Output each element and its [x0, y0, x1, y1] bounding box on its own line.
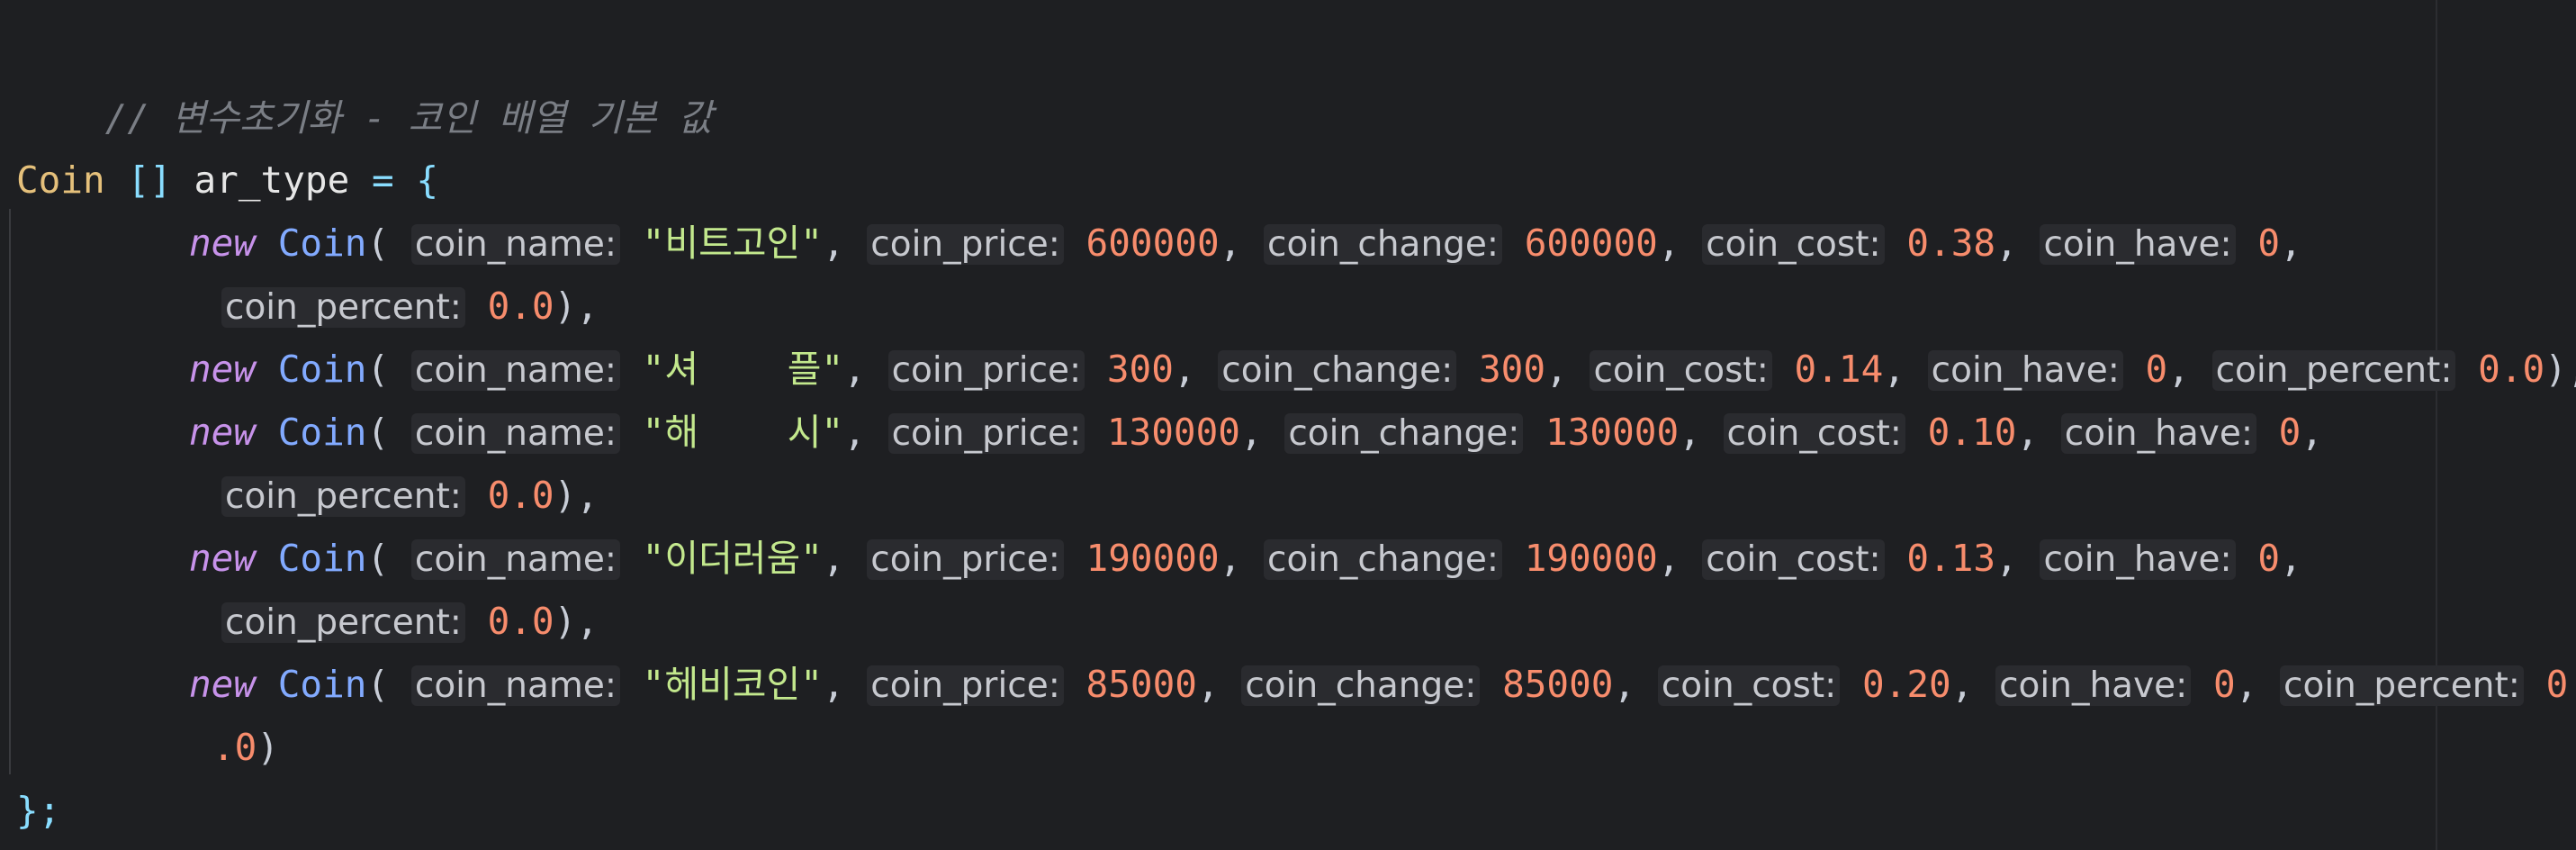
coin-percent-value: 0.0 — [487, 600, 554, 643]
new-keyword: new — [189, 663, 257, 706]
param-hint-coin-percent: coin_percent: — [221, 476, 465, 517]
coin-cost-value: 0.13 — [1906, 537, 1996, 580]
coin-have-value: 0 — [2145, 348, 2168, 391]
coin-name-value: "셔 플" — [642, 348, 844, 391]
indent-guide — [9, 209, 11, 774]
param-hint-coin-price: coin_price: — [887, 350, 1085, 391]
code-line-coin-3-cont: coin_percent: 0.0), — [221, 464, 599, 527]
param-hint-coin-change: coin_change: — [1264, 539, 1503, 580]
param-hint-coin-percent: coin_percent: — [221, 287, 465, 328]
param-hint-coin-change: coin_change: — [1218, 350, 1457, 391]
coin-have-value: 0 — [2257, 222, 2281, 265]
code-line-coin-2: new Coin( coin_name: "셔 플", coin_price: … — [189, 348, 2576, 391]
param-hint-coin-cost: coin_cost: — [1702, 539, 1885, 580]
coin-change-value: 85000 — [1502, 663, 1614, 706]
new-keyword: new — [189, 222, 257, 265]
new-keyword: new — [189, 411, 257, 454]
coin-name-value: "해 시" — [642, 411, 844, 454]
coin-cost-value: 0.10 — [1927, 411, 2017, 454]
param-hint-coin-percent: coin_percent: — [2280, 665, 2524, 706]
code-line-close: }; — [16, 779, 60, 842]
close-brace: }; — [16, 789, 61, 832]
coin-change-value: 300 — [1479, 348, 1546, 391]
code-line-coin-5: new Coin( coin_name: "헤비코인", coin_price:… — [189, 663, 2569, 706]
param-hint-coin-name: coin_name: — [410, 224, 620, 265]
code-line-declaration: Coin [] ar_type = { — [16, 149, 438, 212]
code-line-comment: // 변수초기화 - 코인 배열 기본 값 — [16, 23, 713, 140]
param-hint-coin-price: coin_price: — [867, 665, 1064, 706]
coin-change-value: 130000 — [1545, 411, 1680, 454]
open-brace: { — [416, 158, 439, 202]
comment-text: // 변수초기화 - 코인 배열 기본 값 — [104, 96, 713, 140]
coin-name-value: "헤비코인" — [642, 663, 823, 706]
coin-percent-value: 0.0 — [487, 285, 554, 328]
param-hint-coin-price: coin_price: — [867, 539, 1064, 580]
class-name: Coin — [277, 411, 367, 454]
class-name: Coin — [277, 222, 367, 265]
type-name: Coin — [16, 158, 105, 202]
code-editor[interactable]: // 변수초기화 - 코인 배열 기본 값 Coin [] ar_type = … — [0, 0, 2576, 850]
coin-percent-value: 0.0 — [2478, 348, 2545, 391]
param-hint-coin-cost: coin_cost: — [1723, 413, 1905, 454]
param-hint-coin-cost: coin_cost: — [1702, 224, 1885, 265]
param-hint-coin-change: coin_change: — [1284, 413, 1524, 454]
new-keyword: new — [189, 537, 257, 580]
variable-name: ar_type — [194, 158, 350, 202]
param-hint-coin-percent: coin_percent: — [2211, 350, 2456, 391]
code-line-coin-1: new Coin( coin_name: "비트고인", coin_price:… — [189, 222, 2302, 265]
param-hint-coin-price: coin_price: — [887, 413, 1085, 454]
param-hint-coin-cost: coin_cost: — [1590, 350, 1772, 391]
new-keyword: new — [189, 348, 257, 391]
param-hint-coin-name: coin_name: — [410, 350, 620, 391]
class-name: Coin — [277, 537, 367, 580]
code-line-coin-3: new Coin( coin_name: "해 시", coin_price: … — [189, 411, 2324, 454]
coin-change-value: 190000 — [1524, 537, 1658, 580]
coin-cost-value: 0.20 — [1861, 663, 1951, 706]
coin-percent-value: 0.0 — [487, 474, 554, 517]
array-brackets: [] — [127, 158, 172, 202]
coin-price-value: 85000 — [1085, 663, 1197, 706]
param-hint-coin-name: coin_name: — [410, 413, 620, 454]
coin-price-value: 130000 — [1106, 411, 1240, 454]
coin-price-value: 300 — [1106, 348, 1174, 391]
param-hint-coin-have: coin_have: — [2040, 224, 2236, 265]
code-line-coin-1-cont: coin_percent: 0.0), — [221, 275, 599, 338]
coin-price-value: 600000 — [1085, 222, 1220, 265]
param-hint-coin-percent: coin_percent: — [221, 602, 465, 643]
param-hint-coin-price: coin_price: — [867, 224, 1064, 265]
param-hint-coin-have: coin_have: — [1995, 665, 2192, 706]
coin-have-value: 0 — [2257, 537, 2281, 580]
coin-percent-value-part2: .0 — [212, 726, 257, 769]
param-hint-coin-cost: coin_cost: — [1657, 665, 1841, 706]
coin-have-value: 0 — [2278, 411, 2301, 454]
class-name: Coin — [277, 348, 367, 391]
param-hint-coin-name: coin_name: — [410, 539, 620, 580]
coin-have-value: 0 — [2212, 663, 2236, 706]
param-hint-coin-name: coin_name: — [410, 665, 620, 706]
coin-name-value: "비트고인" — [642, 222, 823, 265]
param-hint-coin-have: coin_have: — [2060, 413, 2256, 454]
param-hint-coin-change: coin_change: — [1241, 665, 1481, 706]
coin-name-value: "이더러움" — [642, 537, 823, 580]
right-margin-guide — [2436, 0, 2437, 850]
code-line-coin-5-cont: .0) — [212, 726, 280, 769]
class-name: Coin — [277, 663, 367, 706]
coin-cost-value: 0.14 — [1794, 348, 1884, 391]
param-hint-coin-have: coin_have: — [2040, 539, 2236, 580]
coin-percent-value-part1: 0 — [2545, 663, 2569, 706]
param-hint-coin-change: coin_change: — [1264, 224, 1503, 265]
param-hint-coin-have: coin_have: — [1927, 350, 2123, 391]
coin-cost-value: 0.38 — [1906, 222, 1996, 265]
coin-price-value: 190000 — [1085, 537, 1220, 580]
code-line-coin-4: new Coin( coin_name: "이더러움", coin_price:… — [189, 537, 2302, 580]
coin-change-value: 600000 — [1524, 222, 1658, 265]
code-line-coin-4-cont: coin_percent: 0.0), — [221, 590, 599, 653]
assign-operator: = — [371, 158, 394, 202]
